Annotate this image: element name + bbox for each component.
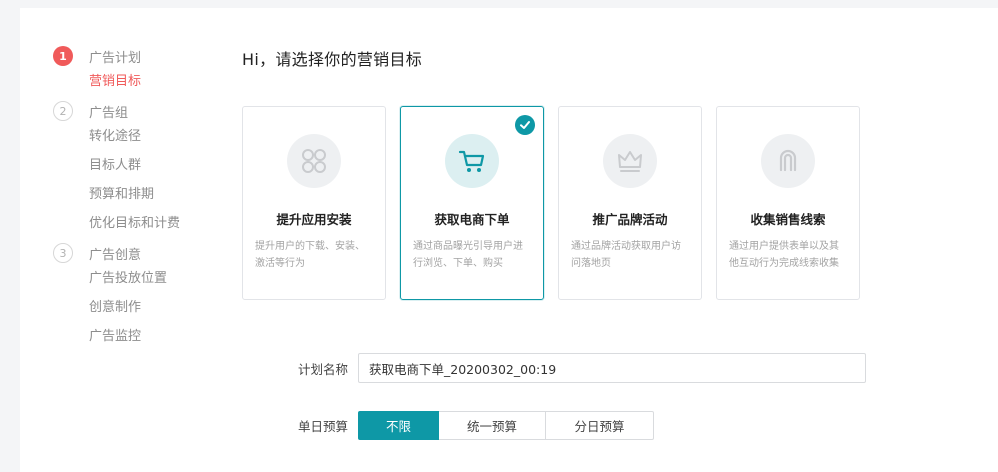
budget-segmented-control: 不限 统一预算 分日预算 [358,411,654,440]
card-description: 通过用户提供表单以及其他互动行为完成线索收集 [729,241,839,269]
goal-card-ecommerce-order[interactable]: 获取电商下单 通过商品曝光引导用户进行浏览、下单、购买 [400,106,544,300]
sidebar-item-marketing-goal[interactable]: 营销目标 [89,67,213,96]
step-number-badge: 3 [53,243,73,263]
content-panel: 1 广告计划 营销目标 2 广告组 转化途径 目标人群 预算和排期 优化目标和计… [20,8,998,472]
check-icon [515,115,535,135]
sidebar-item-creative-production[interactable]: 创意制作 [89,293,213,322]
sidebar-item-placement[interactable]: 广告投放位置 [89,264,213,293]
daily-budget-label: 单日预算 [297,419,348,434]
card-title: 收集销售线索 [750,212,826,227]
step-number-badge: 1 [53,46,73,66]
goal-card-list: 提升应用安装 提升用户的下载、安装、激活等行为 获取电商下单 通过商品曝光引导用… [242,106,860,300]
crown-icon [603,134,657,188]
step-number-badge: 2 [53,101,73,121]
card-title: 获取电商下单 [434,212,510,227]
goal-card-brand-campaign[interactable]: 推广品牌活动 通过品牌活动获取用户访问落地页 [558,106,702,300]
sidebar-item-conversion-path[interactable]: 转化途径 [89,122,213,151]
goal-card-app-install[interactable]: 提升应用安装 提升用户的下载、安装、激活等行为 [242,106,386,300]
step-title: 广告组 [89,105,129,121]
card-title: 推广品牌活动 [592,212,668,227]
step-header-plan[interactable]: 1 广告计划 [53,45,213,67]
card-description: 提升用户的下载、安装、激活等行为 [255,241,365,269]
step-group-plan: 1 广告计划 营销目标 [53,45,213,96]
plan-name-label: 计划名称 [297,361,348,377]
step-navigation: 1 广告计划 营销目标 2 广告组 转化途径 目标人群 预算和排期 优化目标和计… [53,45,213,351]
step-group-adgroup: 2 广告组 转化途径 目标人群 预算和排期 优化目标和计费 [53,100,213,238]
card-description: 通过商品曝光引导用户进行浏览、下单、购买 [413,241,523,269]
budget-option-daily[interactable]: 分日预算 [546,411,654,440]
step-header-creative[interactable]: 3 广告创意 [53,242,213,264]
magnet-icon [761,134,815,188]
sidebar-item-budget-schedule[interactable]: 预算和排期 [89,180,213,209]
app-grid-icon [287,134,341,188]
budget-option-unified[interactable]: 统一预算 [439,411,546,440]
daily-budget-row: 单日预算 不限 统一预算 分日预算 [242,411,654,440]
budget-option-unlimited[interactable]: 不限 [358,411,439,440]
shopping-cart-icon [445,134,499,188]
plan-name-row: 计划名称 获取电商下单_20200302_00:19 [242,353,866,383]
sidebar-item-optimization-billing[interactable]: 优化目标和计费 [89,209,213,238]
step-group-creative: 3 广告创意 广告投放位置 创意制作 广告监控 [53,242,213,351]
page-title: Hi，请选择你的营销目标 [242,50,423,69]
card-title: 提升应用安装 [276,212,352,227]
step-header-adgroup[interactable]: 2 广告组 [53,100,213,122]
sidebar-item-ad-monitoring[interactable]: 广告监控 [89,322,213,351]
step-title: 广告计划 [89,50,142,66]
plan-name-input[interactable]: 获取电商下单_20200302_00:19 [358,353,866,383]
card-description: 通过品牌活动获取用户访问落地页 [571,241,681,269]
sidebar-item-target-audience[interactable]: 目标人群 [89,151,213,180]
goal-card-sales-leads[interactable]: 收集销售线索 通过用户提供表单以及其他互动行为完成线索收集 [716,106,860,300]
step-title: 广告创意 [89,247,142,263]
